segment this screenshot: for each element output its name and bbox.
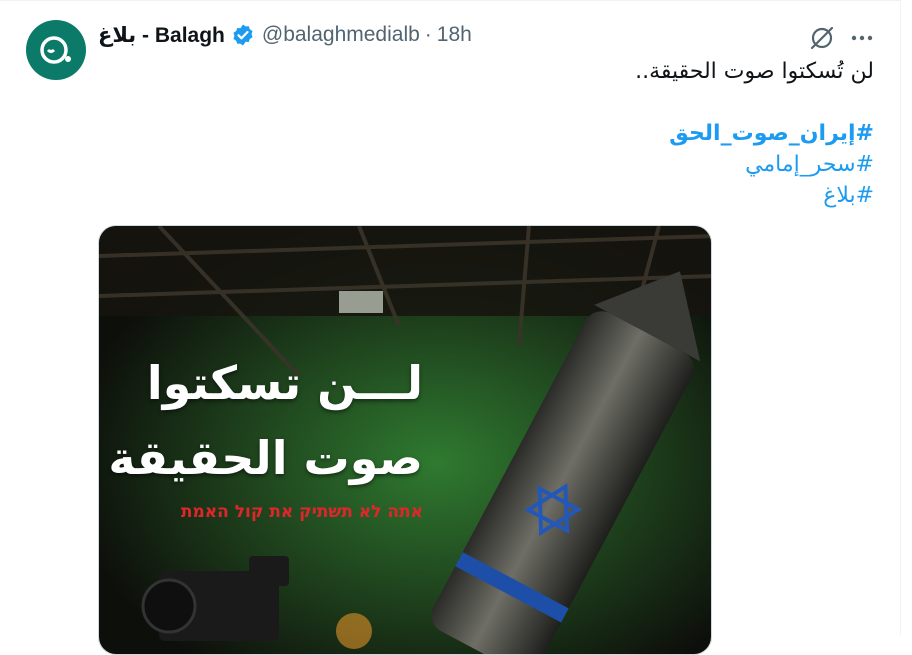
- display-name[interactable]: بلاغ - Balagh: [98, 23, 225, 48]
- media-subline: אתה לא תשתיק את קול האמת: [180, 502, 423, 522]
- top-divider: [0, 0, 900, 1]
- tweet-header: بلاغ - Balagh @balaghmedialb · 18h: [98, 21, 472, 49]
- separator-dot: ·: [424, 23, 432, 46]
- tweet-media-image[interactable]: لـــن تسكتوا صوت الحقيقة אתה לא תשתיק את…: [98, 225, 712, 655]
- tweet-body: لن تُسكتوا صوت الحقيقة..: [635, 59, 874, 84]
- handle[interactable]: @balaghmedialb: [262, 23, 420, 47]
- hashtag-balagh[interactable]: #بلاغ: [823, 183, 874, 208]
- hashtag-sahar-emami[interactable]: #سحر_إمامي: [745, 152, 874, 177]
- hashtag-iran[interactable]: #إيران_صوت_الحق: [669, 121, 874, 146]
- media-headline-1: لـــن تسكتوا: [146, 356, 423, 410]
- tweet-text: لن تُسكتوا صوت الحقيقة.. #إيران_صوت_الحق…: [635, 56, 874, 211]
- grok-icon[interactable]: [808, 24, 836, 52]
- timestamp[interactable]: 18h: [437, 23, 472, 47]
- right-divider: [900, 0, 901, 635]
- avatar[interactable]: [26, 20, 86, 80]
- media-headline-2: صوت الحقيقة: [108, 431, 423, 485]
- more-icon[interactable]: [848, 24, 876, 52]
- verified-icon[interactable]: [231, 23, 255, 47]
